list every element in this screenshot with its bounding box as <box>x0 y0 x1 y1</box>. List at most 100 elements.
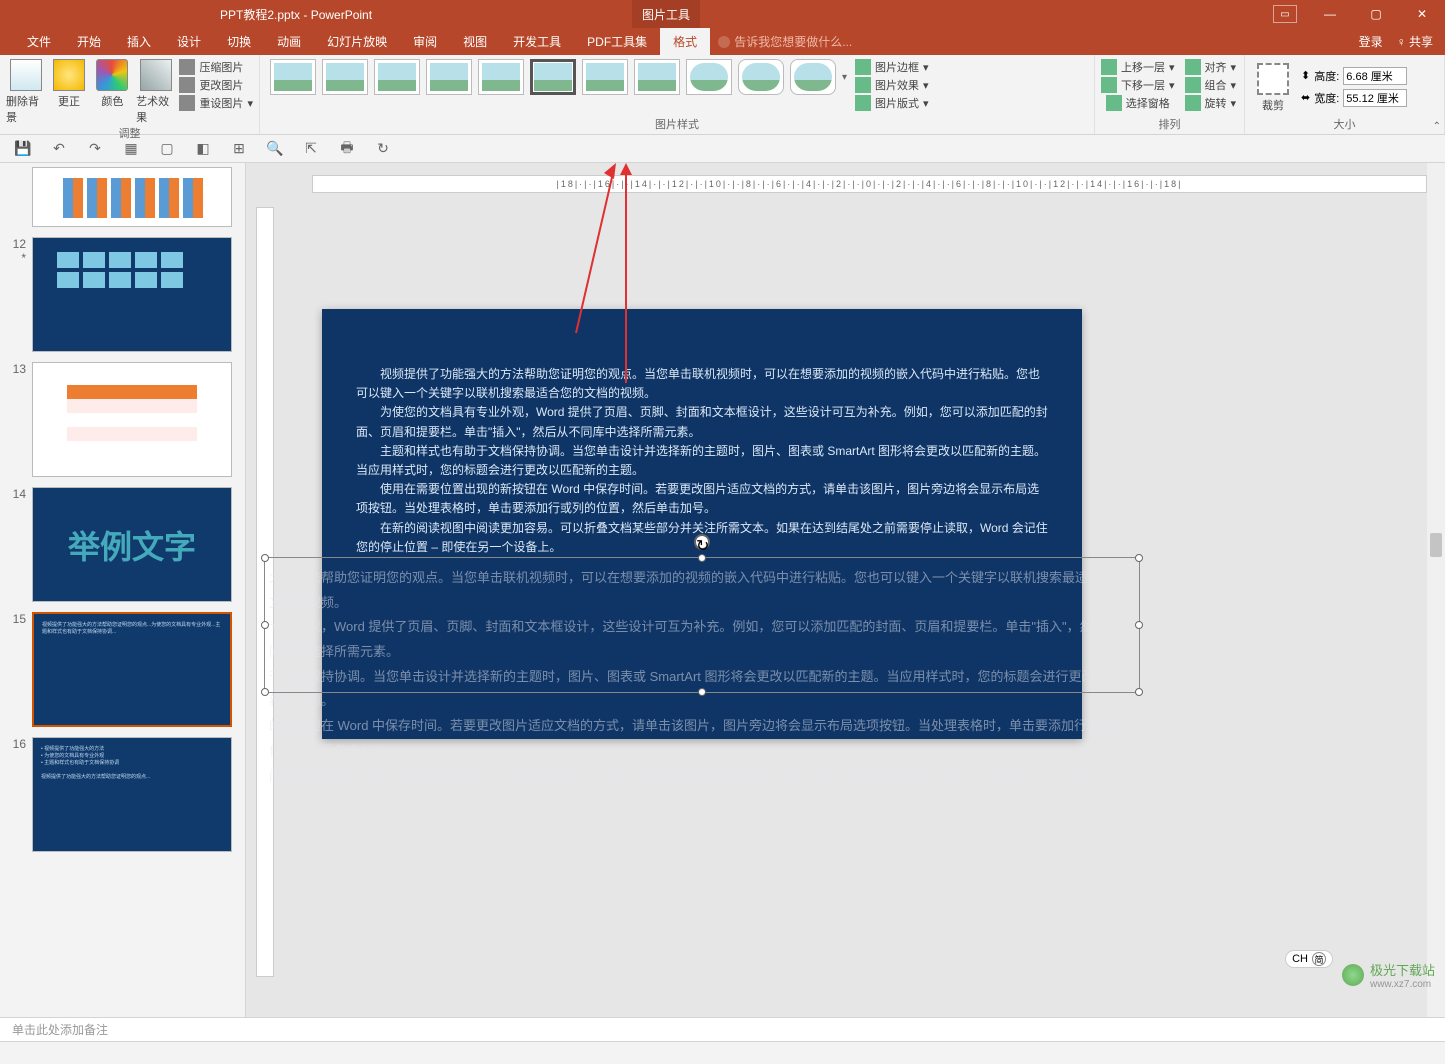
picture-style-11[interactable] <box>790 59 836 95</box>
border-icon <box>855 59 871 75</box>
horizontal-ruler[interactable]: |18|·|·|16|·|·|14|·|·|12|·|·|10|·|·|8|·|… <box>312 175 1427 193</box>
slide-number-14: 14 <box>8 487 26 602</box>
qat-icon-9[interactable]: ⇱ <box>302 140 320 158</box>
tab-format[interactable]: 格式 <box>660 28 710 55</box>
document-title: PPT教程2.pptx - PowerPoint <box>220 6 372 23</box>
crop-button[interactable]: 裁剪 <box>1251 61 1295 113</box>
slide-thumbnail-panel[interactable]: 12* 13 14举例文字 15视频提供了功能强大的方法帮助您证明您的观点...… <box>0 163 246 1017</box>
rotate-button[interactable]: 旋转 ▾ <box>1185 95 1237 111</box>
picture-style-6[interactable] <box>530 59 576 95</box>
picture-style-3[interactable] <box>374 59 420 95</box>
picture-style-7[interactable] <box>582 59 628 95</box>
bring-forward-button[interactable]: 上移一层 ▾ <box>1101 59 1175 75</box>
slide-thumb-15[interactable]: 视频提供了功能强大的方法帮助您证明您的观点...为使您的文档具有专业外观...主… <box>32 612 232 727</box>
slide-text-content: 视频提供了功能强大的方法帮助您证明您的观点。当您单击联机视频时，可以在想要添加的… <box>322 309 1082 557</box>
remove-background-button[interactable]: 删除背景 <box>6 57 45 125</box>
group-label-arrange: 排列 <box>1101 116 1238 134</box>
reset-picture-button[interactable]: 重设图片 ▾ <box>179 95 253 111</box>
slide-thumb-11[interactable] <box>32 167 232 227</box>
tab-animations[interactable]: 动画 <box>264 28 314 55</box>
resize-handle-tr[interactable] <box>1135 554 1143 562</box>
tab-home[interactable]: 开始 <box>64 28 114 55</box>
slide-editor[interactable]: |18|·|·|16|·|·|14|·|·|12|·|·|10|·|·|8|·|… <box>246 163 1445 1017</box>
selection-icon <box>1106 95 1122 111</box>
picture-style-2[interactable] <box>322 59 368 95</box>
picture-style-9[interactable] <box>686 59 732 95</box>
slide-thumb-12[interactable] <box>32 237 232 352</box>
ribbon-group-picture-styles: ▾ 图片边框 ▾ 图片效果 ▾ 图片版式 ▾ 图片样式 <box>260 55 1095 134</box>
slide-thumb-14[interactable]: 举例文字 <box>32 487 232 602</box>
picture-style-10[interactable] <box>738 59 784 95</box>
menu-bar: 文件 开始 插入 设计 切换 动画 幻灯片放映 审阅 视图 开发工具 PDF工具… <box>0 28 1445 55</box>
group-button[interactable]: 组合 ▾ <box>1185 77 1237 93</box>
picture-border-button[interactable]: 图片边框 ▾ <box>855 59 929 75</box>
rotate-handle-icon[interactable]: ↻ <box>694 534 710 550</box>
qat-icon-11[interactable]: ↻ <box>374 140 392 158</box>
resize-handle-r[interactable] <box>1135 621 1143 629</box>
resize-handle-l[interactable] <box>261 621 269 629</box>
reset-icon <box>179 95 195 111</box>
slide-thumb-13[interactable] <box>32 362 232 477</box>
ribbon-display-icon[interactable]: ▭ <box>1273 5 1297 23</box>
tell-me-placeholder: 告诉我您想要做什么... <box>734 33 852 50</box>
change-picture-button[interactable]: 更改图片 <box>179 77 253 93</box>
rotate-icon <box>1185 95 1201 111</box>
width-input[interactable] <box>1343 89 1407 107</box>
picture-layout-button[interactable]: 图片版式 ▾ <box>855 95 929 111</box>
watermark-logo-icon <box>1342 964 1364 986</box>
notes-pane[interactable]: 单击此处添加备注 <box>0 1017 1445 1041</box>
color-button[interactable]: 颜色 <box>93 57 132 109</box>
login-button[interactable]: 登录 <box>1359 33 1383 50</box>
change-icon <box>179 77 195 93</box>
selected-picture[interactable]: 大的方法帮助您证明您的观点。当您单击联机视频时，可以在想要添加的视频的嵌入代码中… <box>264 557 1140 693</box>
resize-handle-bl[interactable] <box>261 688 269 696</box>
ribbon-group-size: 裁剪 ⬍ 高度: ⬌ 宽度: 大小 <box>1245 55 1445 134</box>
corrections-button[interactable]: 更正 <box>49 57 88 109</box>
align-button[interactable]: 对齐 ▾ <box>1185 59 1237 75</box>
tab-review[interactable]: 审阅 <box>400 28 450 55</box>
slide-number-11 <box>8 167 26 227</box>
bring-fwd-icon <box>1101 59 1117 75</box>
qat-icon-10[interactable]: 🖶 <box>338 140 356 158</box>
picture-style-gallery[interactable]: ▾ <box>266 57 851 97</box>
tab-slideshow[interactable]: 幻灯片放映 <box>314 28 400 55</box>
ime-indicator[interactable]: CH 简 <box>1285 950 1333 968</box>
watermark-url: www.xz7.com <box>1370 979 1435 990</box>
tab-design[interactable]: 设计 <box>164 28 214 55</box>
tab-insert[interactable]: 插入 <box>114 28 164 55</box>
slide-thumb-16[interactable]: • 视频提供了功能强大的方法• 为使您的文档具有专业外观• 主题和样式也有助于文… <box>32 737 232 852</box>
close-icon[interactable]: ✕ <box>1399 0 1445 28</box>
resize-handle-br[interactable] <box>1135 688 1143 696</box>
gallery-more-icon[interactable]: ▾ <box>842 72 847 83</box>
tab-file[interactable]: 文件 <box>14 28 64 55</box>
picture-style-4[interactable] <box>426 59 472 95</box>
vertical-scrollbar[interactable] <box>1427 163 1445 1017</box>
tab-transitions[interactable]: 切换 <box>214 28 264 55</box>
tell-me-search[interactable]: 告诉我您想要做什么... <box>718 33 852 50</box>
picture-style-1[interactable] <box>270 59 316 95</box>
minimize-icon[interactable]: — <box>1307 0 1353 28</box>
collapse-ribbon-icon[interactable]: ⌃ <box>1433 121 1441 132</box>
picture-style-5[interactable] <box>478 59 524 95</box>
watermark-text: 极光下载站 <box>1370 960 1435 979</box>
height-input[interactable] <box>1343 67 1407 85</box>
ime-jian: 简 <box>1312 952 1326 966</box>
tab-developer[interactable]: 开发工具 <box>500 28 574 55</box>
maximize-icon[interactable]: ▢ <box>1353 0 1399 28</box>
tab-view[interactable]: 视图 <box>450 28 500 55</box>
resize-handle-b[interactable] <box>698 688 706 696</box>
compress-picture-button[interactable]: 压缩图片 <box>179 59 253 75</box>
selection-pane-button[interactable]: 选择窗格 <box>1106 95 1170 111</box>
tab-pdf[interactable]: PDF工具集 <box>574 28 660 55</box>
picture-style-8[interactable] <box>634 59 680 95</box>
height-icon: ⬍ <box>1301 69 1310 82</box>
send-backward-button[interactable]: 下移一层 ▾ <box>1101 77 1175 93</box>
contextual-tab-label: 图片工具 <box>632 0 700 28</box>
picture-effects-button[interactable]: 图片效果 ▾ <box>855 77 929 93</box>
artistic-effects-button[interactable]: 艺术效果 <box>136 57 175 125</box>
resize-handle-tl[interactable] <box>261 554 269 562</box>
share-button[interactable]: ♀ 共享 <box>1397 33 1433 50</box>
qat-icon-8[interactable]: 🔍 <box>266 140 284 158</box>
ime-ch: CH <box>1292 953 1308 965</box>
resize-handle-t[interactable] <box>698 554 706 562</box>
